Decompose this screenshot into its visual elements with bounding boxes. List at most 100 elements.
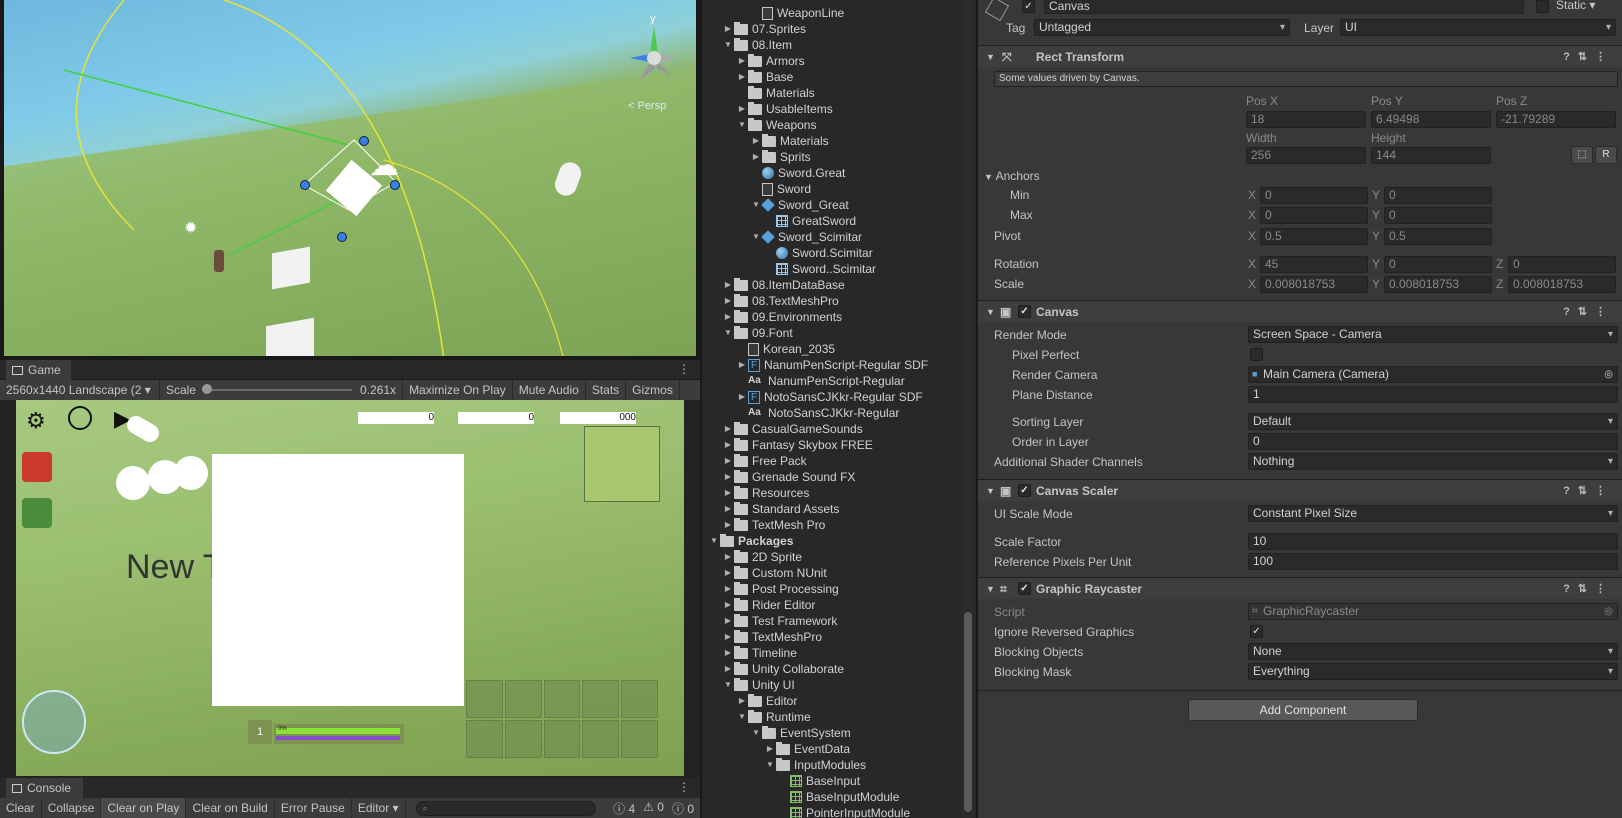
anchors-foldout[interactable]: ▼ Anchors <box>984 167 1040 185</box>
max-y-field[interactable]: 0 <box>1384 207 1492 224</box>
project-item[interactable]: ▶ Fantasy Skybox FREE <box>722 437 873 453</box>
collapsed-arrow-icon[interactable]: ▶ <box>750 133 762 149</box>
collapsed-arrow-icon[interactable]: ▶ <box>722 565 734 581</box>
inventory-slot[interactable] <box>504 720 542 758</box>
warning-count[interactable]: ⚠ 0 <box>643 800 664 817</box>
width-field[interactable]: 256 <box>1246 147 1366 164</box>
armor-icon[interactable] <box>22 498 52 528</box>
project-item[interactable]: ▶ EventData <box>764 741 850 757</box>
rot-y-field[interactable]: 0 <box>1384 256 1492 273</box>
project-item[interactable]: ▼ EventSystem <box>750 725 851 741</box>
minimap[interactable] <box>584 426 660 502</box>
project-item[interactable]: ▶ UsableItems <box>736 101 833 117</box>
ref-ppu-field[interactable]: 100 <box>1248 553 1618 570</box>
scale-y-field[interactable]: 0.008018753 <box>1384 276 1492 293</box>
project-item[interactable]: BaseInputModule <box>778 789 899 805</box>
rot-z-field[interactable]: 0 <box>1508 256 1616 273</box>
component-menu-icons[interactable]: ?⇅⋮ <box>1563 578 1614 600</box>
log-count[interactable]: ⓘ 4 <box>613 800 635 817</box>
posy-field[interactable]: 6.49498 <box>1371 111 1491 128</box>
clear-button[interactable]: Clear <box>0 798 42 818</box>
tag-dropdown[interactable]: Untagged <box>1034 19 1290 36</box>
height-field[interactable]: 144 <box>1371 147 1491 164</box>
foldout-arrow-icon[interactable]: ▼ <box>986 301 995 323</box>
project-item[interactable]: ▶ 2D Sprite <box>722 549 802 565</box>
project-item[interactable]: Aa NotoSansCJKkr-Regular <box>736 405 899 421</box>
min-x-field[interactable]: 0 <box>1260 187 1368 204</box>
render-camera-field[interactable]: ■ Main Camera (Camera) ◎ <box>1248 366 1618 383</box>
collapsed-arrow-icon[interactable]: ▶ <box>722 517 734 533</box>
expanded-arrow-icon[interactable]: ▼ <box>764 757 776 773</box>
component-menu-icons[interactable]: ?⇅⋮ <box>1563 480 1614 502</box>
error-pause-toggle[interactable]: Error Pause <box>275 798 352 818</box>
axis-gizmo[interactable]: y <box>620 14 690 84</box>
stats-toggle[interactable]: Stats <box>586 380 627 400</box>
collapsed-arrow-icon[interactable]: ▶ <box>722 293 734 309</box>
project-item[interactable]: Materials <box>736 85 815 101</box>
render-mode-dropdown[interactable]: Screen Space - Camera <box>1248 326 1618 343</box>
tab-game[interactable]: Game <box>6 360 71 380</box>
scene-view[interactable]: ☁ ✹ y < Persp <box>0 0 700 360</box>
collapsed-arrow-icon[interactable]: ▶ <box>722 661 734 677</box>
project-item[interactable]: ▶ Rider Editor <box>722 597 815 613</box>
scale-slider-thumb[interactable] <box>202 384 213 394</box>
project-item[interactable]: ▶ F NotoSansCJKkr-Regular SDF <box>736 389 923 405</box>
pixel-perfect-checkbox[interactable] <box>1250 348 1263 361</box>
project-item[interactable]: ▶ Standard Assets <box>722 501 839 517</box>
project-item[interactable]: ▶ Unity Collaborate <box>722 661 844 677</box>
collapsed-arrow-icon[interactable]: ▶ <box>722 437 734 453</box>
collapsed-arrow-icon[interactable]: ▶ <box>722 21 734 37</box>
collapsed-arrow-icon[interactable]: ▶ <box>722 421 734 437</box>
collapsed-arrow-icon[interactable]: ▶ <box>722 549 734 565</box>
chest-icon[interactable] <box>22 452 52 482</box>
expanded-arrow-icon[interactable]: ▼ <box>750 229 762 245</box>
collapsed-arrow-icon[interactable]: ▶ <box>764 741 776 757</box>
ignore-reversed-checkbox[interactable]: ✓ <box>1250 625 1263 638</box>
blueprint-mode-button[interactable]: ⬚ <box>1571 146 1593 164</box>
expanded-arrow-icon[interactable]: ▼ <box>722 325 734 341</box>
pivot-x-field[interactable]: 0.5 <box>1260 228 1368 245</box>
project-item[interactable]: Sword..Scimitar <box>764 261 876 277</box>
inventory-slot[interactable] <box>543 720 581 758</box>
mute-audio-toggle[interactable]: Mute Audio <box>513 380 586 400</box>
layer-dropdown[interactable]: UI <box>1340 19 1616 36</box>
rot-x-field[interactable]: 45 <box>1260 256 1368 273</box>
collapsed-arrow-icon[interactable]: ▶ <box>722 645 734 661</box>
shader-channels-dropdown[interactable]: Nothing <box>1248 453 1618 470</box>
clear-on-build-toggle[interactable]: Clear on Build <box>186 798 275 818</box>
collapsed-arrow-icon[interactable]: ▶ <box>722 501 734 517</box>
collapsed-arrow-icon[interactable]: ▶ <box>736 69 748 85</box>
object-name-input[interactable]: Canvas <box>1044 0 1524 14</box>
camera-icon[interactable]: ☁ <box>369 148 399 183</box>
expanded-arrow-icon[interactable]: ▼ <box>708 533 720 549</box>
collapsed-arrow-icon[interactable]: ▶ <box>722 629 734 645</box>
project-item[interactable]: ▶ 08.ItemDataBase <box>722 277 845 293</box>
project-item[interactable]: ▶ Timeline <box>722 645 797 661</box>
settings-gear-icon[interactable]: ⚙ <box>26 408 46 434</box>
project-item[interactable]: ▶ F NanumPenScript-Regular SDF <box>736 357 928 373</box>
expanded-arrow-icon[interactable]: ▼ <box>750 197 762 213</box>
project-item[interactable]: ▶ 07.Sprites <box>722 21 806 37</box>
inventory-slot[interactable] <box>621 720 658 758</box>
project-item[interactable]: ▼ InputModules <box>764 757 866 773</box>
component-menu-icons[interactable]: ?⇅⋮ <box>1563 301 1614 323</box>
tab-console[interactable]: Console <box>6 778 84 798</box>
inventory-slot[interactable] <box>621 680 658 718</box>
more-icon[interactable]: ⋮ <box>678 362 690 376</box>
add-component-button[interactable]: Add Component <box>1188 699 1418 721</box>
project-item[interactable]: ▼ Weapons <box>736 117 816 133</box>
game-view[interactable]: ⚙ ▶ New T 0 0 000 1 0% <box>16 400 684 776</box>
resolution-dropdown[interactable]: 2560x1440 Landscape (2 ▾ <box>0 380 160 400</box>
component-enabled-checkbox[interactable]: ✓ <box>1018 484 1031 497</box>
project-item[interactable]: ▶ Grenade Sound FX <box>722 469 855 485</box>
component-enabled-checkbox[interactable]: ✓ <box>1018 582 1031 595</box>
collapsed-arrow-icon[interactable]: ▶ <box>736 389 748 405</box>
collapsed-arrow-icon[interactable]: ▶ <box>736 53 748 69</box>
gizmos-toggle[interactable]: Gizmos <box>626 380 680 400</box>
project-item[interactable]: BaseInput <box>778 773 860 789</box>
expanded-arrow-icon[interactable]: ▼ <box>750 725 762 741</box>
handle-dot[interactable] <box>359 136 369 146</box>
foldout-arrow-icon[interactable]: ▼ <box>986 578 995 600</box>
active-checkbox[interactable]: ✓ <box>1022 0 1035 13</box>
project-item[interactable]: ▶ Post Processing <box>722 581 839 597</box>
